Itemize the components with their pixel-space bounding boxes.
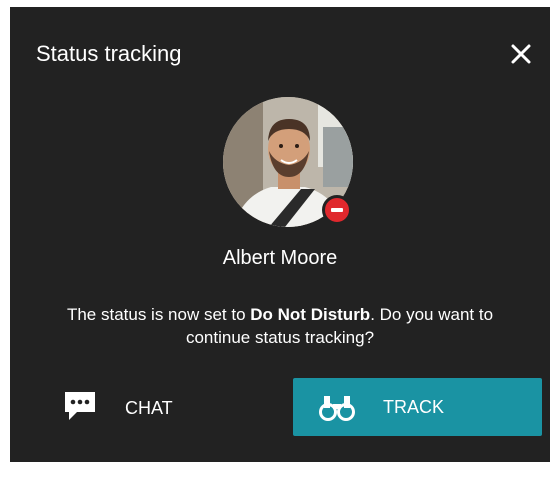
chat-button[interactable]: CHAT [54,387,194,427]
track-button-label: TRACK [383,397,445,417]
do-not-disturb-icon [322,195,352,225]
status-tracking-dialog: Status tracking Albert Moore The status … [10,7,550,462]
close-icon [511,44,531,64]
status-message: The status is now set to Do Not Disturb.… [40,303,520,349]
chat-icon [65,392,95,420]
binoculars-icon [319,396,355,421]
chat-button-label: CHAT [125,398,173,418]
track-button[interactable]: TRACK [293,378,542,436]
close-button[interactable] [506,39,536,69]
dialog-title: Status tracking [36,41,182,66]
avatar-container [223,97,353,227]
message-prefix: The status is now set to [66,305,251,324]
user-name: Albert Moore [222,247,338,269]
message-status: Do Not Disturb [250,305,371,324]
